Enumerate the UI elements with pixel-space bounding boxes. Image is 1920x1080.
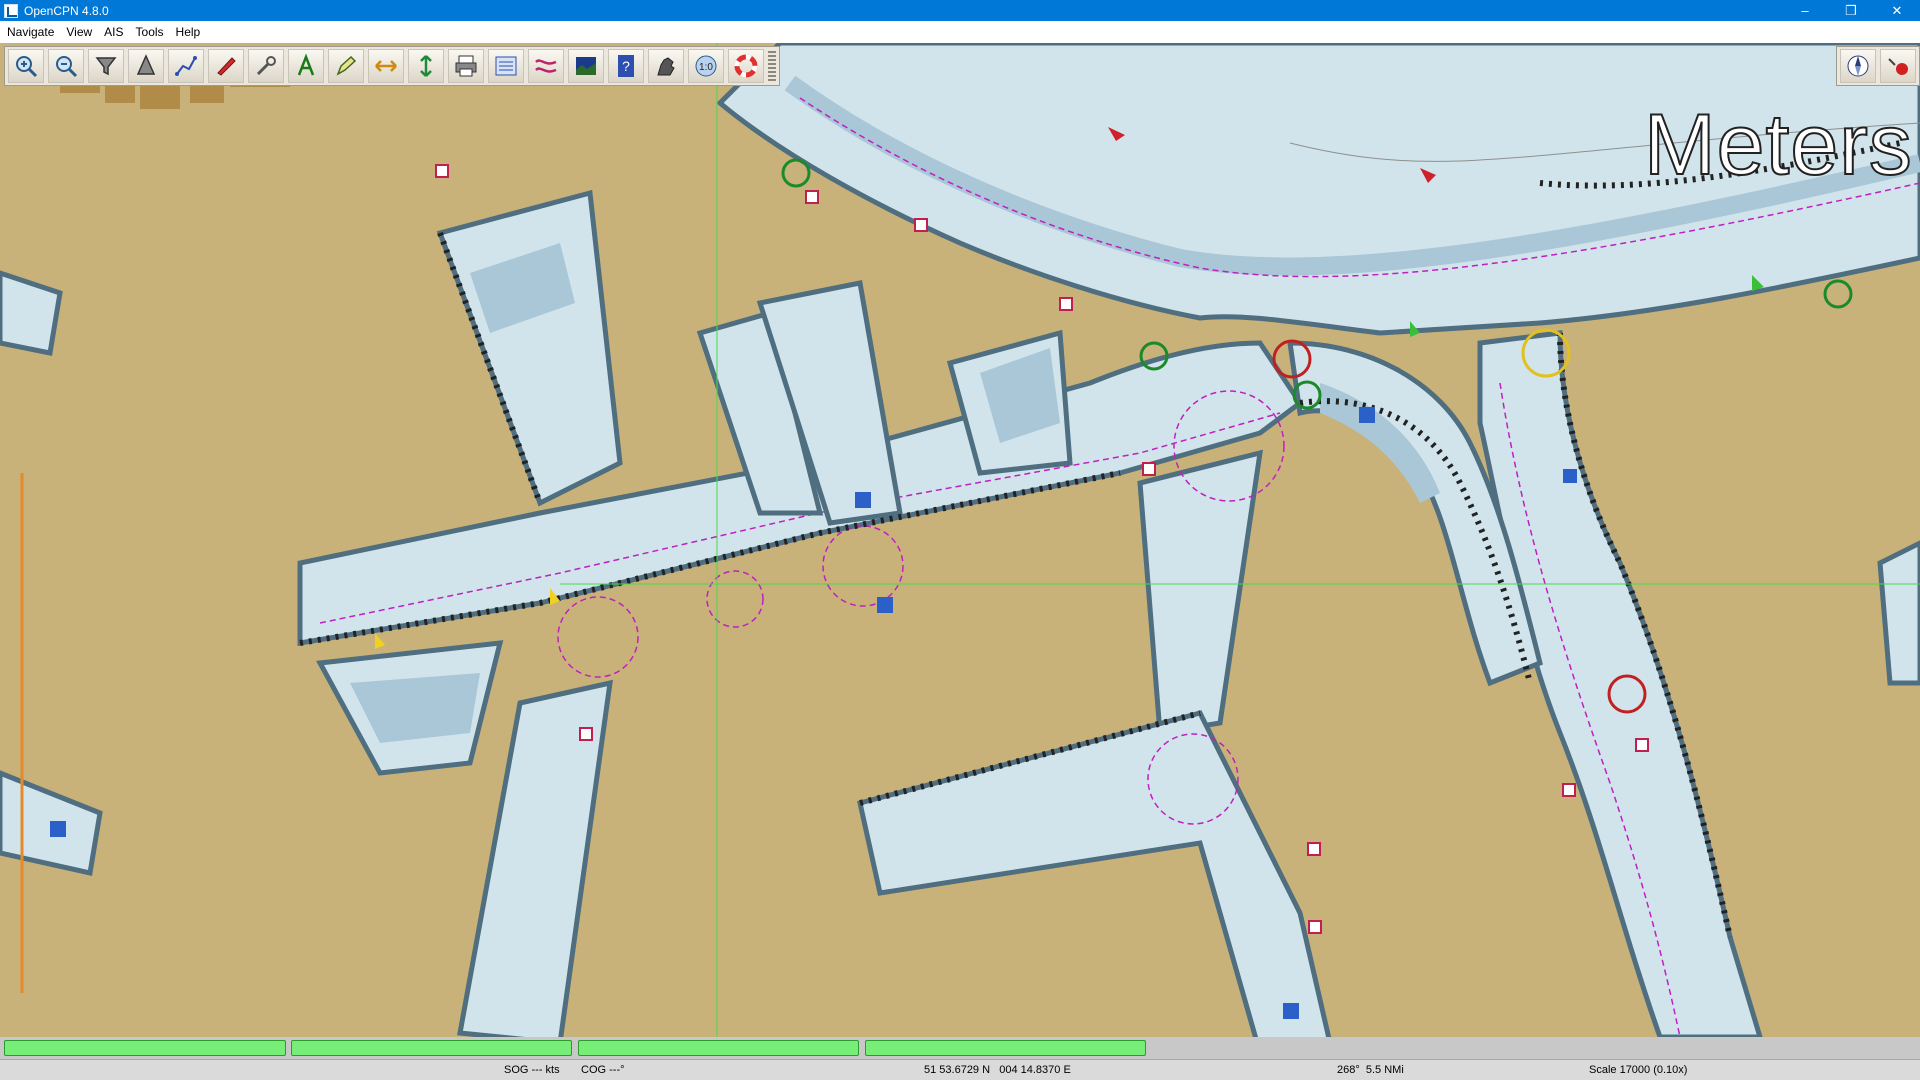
wave-icon — [535, 59, 557, 73]
status-bar: SOG --- kts COG ---° 51 53.6729 N 004 14… — [0, 1059, 1920, 1080]
route-manager-button[interactable] — [408, 49, 444, 83]
title-bar: OpenCPN 4.8.0 – ❐ ✕ — [0, 0, 1920, 21]
toolbar-grip[interactable] — [768, 51, 776, 81]
auto-follow-button[interactable] — [208, 49, 244, 83]
menu-tools[interactable]: Tools — [130, 21, 170, 43]
compass-icon — [1847, 55, 1869, 77]
progress-row — [0, 1037, 1920, 1059]
window-title: OpenCPN 4.8.0 — [24, 3, 109, 18]
compass-button[interactable] — [1840, 49, 1876, 83]
menu-view[interactable]: View — [60, 21, 98, 43]
wrench-icon — [256, 56, 276, 76]
north-up-button[interactable]: 1:0 — [688, 49, 724, 83]
zoom-in-button[interactable] — [8, 49, 44, 83]
cog-readout: COG ---° — [581, 1064, 625, 1076]
progress-bar-4 — [865, 1040, 1146, 1056]
restore-button[interactable]: ❐ — [1828, 0, 1874, 21]
help-button[interactable]: ? — [608, 49, 644, 83]
current-button[interactable] — [328, 49, 364, 83]
boat-icon — [217, 57, 236, 76]
scale-readout: Scale 17000 (0.10x) — [1589, 1064, 1688, 1076]
landscape-icon — [576, 57, 596, 75]
arrows-vertical-icon — [420, 55, 432, 77]
help-book-icon: ? — [618, 55, 634, 77]
menu-navigate[interactable]: Navigate — [0, 21, 60, 43]
scale-badge-icon: 1:0 — [695, 55, 717, 77]
track-button[interactable] — [488, 49, 524, 83]
scale-out-icon — [136, 54, 156, 75]
dog-icon — [657, 57, 675, 76]
menu-help[interactable]: Help — [170, 21, 207, 43]
funnel-icon — [95, 57, 117, 76]
nautical-chart[interactable] — [0, 43, 1920, 1037]
chart-canvas[interactable] — [0, 43, 1920, 1037]
zoom-in-icon — [16, 56, 38, 78]
tide-button[interactable] — [368, 49, 404, 83]
print-button[interactable] — [448, 49, 484, 83]
svg-text:1:0: 1:0 — [699, 62, 713, 73]
gps-status-button[interactable] — [1880, 49, 1916, 83]
bearing-distance-readout: 268° 5.5 NMi — [1337, 1064, 1404, 1076]
sog-readout: SOG --- kts — [504, 1064, 560, 1076]
svg-text:?: ? — [622, 58, 630, 74]
status-toolbar — [1836, 46, 1920, 86]
progress-bar-1 — [4, 1040, 286, 1056]
scale-in-button[interactable] — [88, 49, 124, 83]
lifebuoy-icon — [734, 54, 758, 78]
cursor-position-readout: 51 53.6729 N 004 14.8370 E — [924, 1064, 1071, 1076]
chart-quilt-button[interactable] — [568, 49, 604, 83]
close-button[interactable]: ✕ — [1874, 0, 1920, 21]
scale-out-button[interactable] — [128, 49, 164, 83]
menu-bar: Navigate View AIS Tools Help — [0, 21, 1920, 43]
units-label: Meters — [1643, 96, 1913, 194]
checklist-icon — [495, 56, 517, 76]
mob-button[interactable] — [728, 49, 764, 83]
progress-bar-2 — [291, 1040, 572, 1056]
printer-icon — [455, 55, 477, 77]
gps-status-icon — [1888, 58, 1908, 75]
main-toolbar: ? 1:0 — [4, 46, 780, 86]
minimize-button[interactable]: – — [1782, 0, 1828, 21]
progress-bar-3 — [578, 1040, 859, 1056]
text-button[interactable] — [288, 49, 324, 83]
zoom-out-button[interactable] — [48, 49, 84, 83]
ais-button[interactable] — [648, 49, 684, 83]
zoom-out-icon — [56, 56, 78, 78]
route-icon — [175, 56, 197, 76]
route-button[interactable] — [168, 49, 204, 83]
text-a-icon — [297, 53, 315, 76]
settings-button[interactable] — [248, 49, 284, 83]
app-icon — [4, 3, 18, 18]
colorscheme-button[interactable] — [528, 49, 564, 83]
menu-ais[interactable]: AIS — [98, 21, 129, 43]
arrows-horizontal-icon — [375, 60, 397, 72]
pen-icon — [336, 55, 357, 76]
